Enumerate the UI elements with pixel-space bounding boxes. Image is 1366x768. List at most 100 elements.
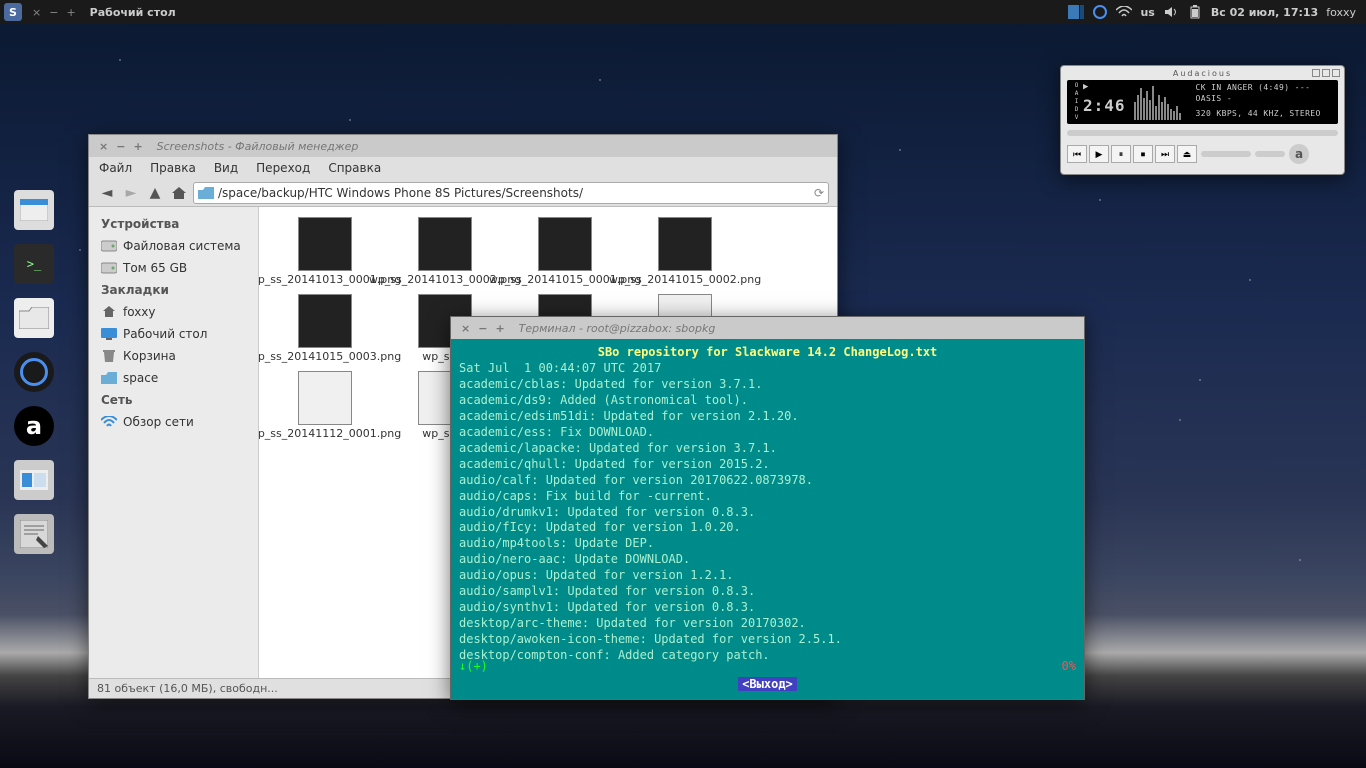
menu-правка[interactable]: Правка — [150, 161, 196, 175]
dock-chromium[interactable] — [10, 348, 58, 396]
app-menu-icon[interactable]: S — [4, 3, 22, 21]
fm-menubar: Файл Правка Вид Переход Справка — [89, 157, 837, 179]
minimize-icon[interactable]: − — [474, 322, 491, 335]
folder-icon — [101, 370, 117, 386]
refresh-icon[interactable]: ⟳ — [814, 186, 824, 200]
maximize-icon[interactable]: + — [129, 140, 146, 153]
menu-справка[interactable]: Справка — [328, 161, 381, 175]
nav-home-icon[interactable] — [169, 183, 189, 203]
close-icon[interactable]: × — [457, 322, 474, 335]
playback-prev-button[interactable]: ⏮ — [1067, 145, 1087, 163]
playback-pause-button[interactable]: ⏸ — [1111, 145, 1131, 163]
fm-titlebar[interactable]: × − + Screenshots - Файловый менеджер — [89, 135, 837, 157]
panel-minimize-icon[interactable]: − — [45, 6, 62, 19]
nav-up-icon[interactable]: ▲ — [145, 183, 165, 203]
close-icon[interactable]: × — [95, 140, 112, 153]
audacious-window[interactable]: Audacious OAIDV ▶ 2:46 CK IN ANGER (4:49… — [1060, 65, 1345, 175]
file-item[interactable]: wp_ss_20141013_0001.png — [265, 213, 385, 290]
battery-icon[interactable] — [1187, 4, 1203, 20]
aud-balance-slider[interactable] — [1255, 151, 1285, 157]
playback-eject-button[interactable]: ⏏ — [1177, 145, 1197, 163]
thumbnail — [418, 217, 472, 271]
aud-transport: ⏮▶⏸⏹⏭⏏ — [1067, 145, 1197, 163]
menu-вид[interactable]: Вид — [214, 161, 238, 175]
network-обзор-сети[interactable]: Обзор сети — [93, 411, 254, 433]
system-tray: us Вс 02 июл, 17:13 foxxy — [1062, 4, 1362, 20]
panel-active-title: Рабочий стол — [90, 6, 176, 19]
network-header: Сеть — [93, 389, 254, 411]
nav-back-icon[interactable]: ◄ — [97, 183, 117, 203]
aud-visualizer — [1132, 80, 1192, 124]
thumbnail — [298, 294, 352, 348]
dock-files[interactable] — [10, 186, 58, 234]
bookmark-рабочий-стол[interactable]: Рабочий стол — [93, 323, 254, 345]
menu-файл[interactable]: Файл — [99, 161, 132, 175]
aud-min-icon[interactable] — [1312, 69, 1320, 77]
dock-audacious[interactable]: a — [10, 402, 58, 450]
aud-restore-icon[interactable] — [1322, 69, 1330, 77]
panel-maximize-icon[interactable]: + — [62, 6, 79, 19]
aud-format: 320 KBPS, 44 KHZ, STEREO — [1196, 108, 1334, 119]
wifi-icon[interactable] — [1116, 4, 1132, 20]
file-label: wp_ss_20141112_0001.png — [259, 427, 401, 440]
device-том-65-gb[interactable]: Том 65 GB — [93, 257, 254, 279]
network-icon — [101, 414, 117, 430]
aud-track: CK IN ANGER (4:49) --- OASIS - — [1196, 82, 1334, 104]
dock-terminal[interactable]: >_ — [10, 240, 58, 288]
volume-icon[interactable] — [1163, 4, 1179, 20]
minimize-icon[interactable]: − — [112, 140, 129, 153]
changelog-header: SBo repository for Slackware 14.2 Change… — [459, 345, 1076, 361]
file-item[interactable]: wp_ss_20141015_0001.png — [505, 213, 625, 290]
home-icon — [101, 304, 117, 320]
dock: >_ a — [4, 180, 64, 564]
thumbnail — [298, 217, 352, 271]
aud-close-icon[interactable] — [1332, 69, 1340, 77]
playback-stop-button[interactable]: ⏹ — [1133, 145, 1153, 163]
bookmark-foxxy[interactable]: foxxy — [93, 301, 254, 323]
panel-close-icon[interactable]: × — [28, 6, 45, 19]
terminal-window: × − + Терминал - root@pizzabox: sbopkg S… — [450, 316, 1085, 700]
playback-play-button[interactable]: ▶ — [1089, 145, 1109, 163]
aud-titlebar[interactable]: Audacious — [1061, 66, 1344, 80]
path-bar[interactable]: /space/backup/HTC Windows Phone 8S Pictu… — [193, 182, 829, 204]
path-text: /space/backup/HTC Windows Phone 8S Pictu… — [218, 186, 583, 200]
exit-button[interactable]: <Выход> — [738, 677, 797, 691]
desktop-icon — [101, 326, 117, 342]
scroll-percent: 0% — [1062, 659, 1076, 675]
devices-header: Устройства — [93, 213, 254, 235]
drive-icon — [101, 260, 117, 276]
term-titlebar[interactable]: × − + Терминал - root@pizzabox: sbopkg — [451, 317, 1084, 339]
aud-elapsed: 2:46 — [1081, 92, 1132, 115]
dock-folder[interactable] — [10, 294, 58, 342]
terminal-output[interactable]: SBo repository for Slackware 14.2 Change… — [451, 339, 1084, 699]
dock-panel-settings[interactable] — [10, 456, 58, 504]
drive-icon — [101, 238, 117, 254]
file-item[interactable]: wp_ss_20141112_0001.png — [265, 367, 385, 444]
aud-brand: Audacious — [1173, 69, 1232, 78]
nav-forward-icon[interactable]: ► — [121, 183, 141, 203]
folder-icon — [198, 187, 214, 199]
playback-next-button[interactable]: ⏭ — [1155, 145, 1175, 163]
status-text: 81 объект (16,0 МБ), свободн... — [97, 682, 278, 695]
dock-mousepad[interactable] — [10, 510, 58, 558]
fm-toolbar: ◄ ► ▲ /space/backup/HTC Windows Phone 8S… — [89, 179, 837, 207]
device-файловая-система[interactable]: Файловая система — [93, 235, 254, 257]
thumbnail — [298, 371, 352, 425]
chromium-tray-icon[interactable] — [1092, 4, 1108, 20]
file-item[interactable]: wp_ss_20141015_0003.png — [265, 290, 385, 367]
bookmark-space[interactable]: space — [93, 367, 254, 389]
fm-sidebar: Устройства Файловая системаТом 65 GB Зак… — [89, 207, 259, 678]
clock[interactable]: Вс 02 июл, 17:13 — [1211, 6, 1318, 19]
session-user[interactable]: foxxy — [1326, 6, 1356, 19]
file-item[interactable]: wp_ss_20141015_0002.png — [625, 213, 745, 290]
menu-переход[interactable]: Переход — [256, 161, 310, 175]
keyboard-layout[interactable]: us — [1140, 6, 1154, 19]
aud-logo-icon[interactable]: a — [1289, 144, 1309, 164]
bookmarks-header: Закладки — [93, 279, 254, 301]
file-item[interactable]: wp_ss_20141013_0002.png — [385, 213, 505, 290]
maximize-icon[interactable]: + — [491, 322, 508, 335]
bookmark-корзина[interactable]: Корзина — [93, 345, 254, 367]
workspace-icon[interactable] — [1068, 4, 1084, 20]
aud-volume-slider[interactable] — [1201, 151, 1251, 157]
aud-seek-slider[interactable] — [1067, 130, 1338, 136]
